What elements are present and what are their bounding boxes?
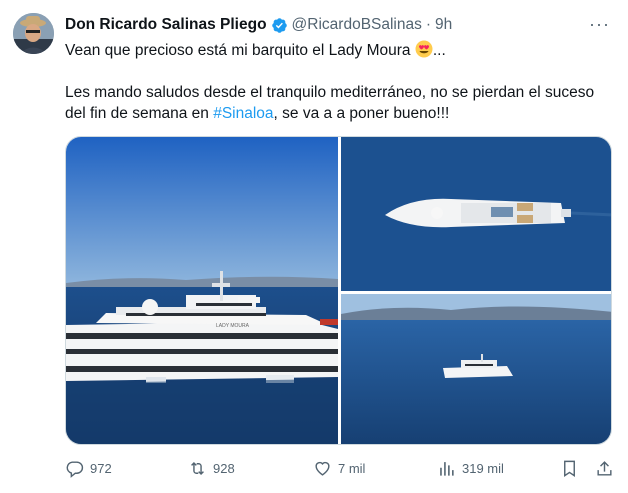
tweet-card[interactable]: Don Ricardo Salinas Pliego @RicardoBSali… [0, 0, 628, 493]
tweet-line-1-text: Vean que precioso está mi barquito el La… [65, 42, 415, 59]
avatar[interactable] [13, 13, 54, 54]
yacht-distant-photo[interactable] [341, 294, 612, 445]
like-icon [315, 461, 330, 476]
reply-count: 972 [90, 461, 112, 476]
verified-badge-icon [271, 17, 287, 33]
bookmark-button[interactable] [560, 459, 585, 478]
timestamp[interactable]: 9h [435, 16, 452, 34]
more-icon[interactable]: ··· [589, 14, 610, 35]
share-button[interactable] [595, 459, 620, 478]
like-button[interactable]: 7 mil [313, 459, 365, 478]
separator-dot: · [425, 16, 432, 33]
tweet-text: Vean que precioso está mi barquito el La… [65, 40, 610, 124]
yacht-name-plate: LADY MOURA [216, 323, 250, 329]
share-icon [597, 461, 612, 476]
views-icon [440, 462, 454, 476]
reply-icon [66, 461, 84, 478]
tweet-line-1-suffix: ... [432, 42, 446, 59]
media-grid: LADY MOURA [65, 136, 612, 445]
yacht-aerial-photo[interactable] [341, 137, 612, 291]
repost-button[interactable]: 928 [188, 459, 235, 478]
views-count: 319 mil [462, 461, 504, 476]
action-bar: 972 928 7 mil 319 mil [65, 456, 615, 482]
views-button[interactable]: 319 mil [437, 459, 504, 478]
author-handle[interactable]: @RicardoBSalinas [292, 16, 422, 34]
tweet-line-1: Vean que precioso está mi barquito el La… [65, 40, 610, 61]
yacht-side-photo[interactable]: LADY MOURA [66, 137, 338, 445]
like-count: 7 mil [338, 461, 366, 476]
tweet-paragraph-2-end: , se va a a poner bueno!!! [273, 105, 450, 122]
author-name[interactable]: Don Ricardo Salinas Pliego [65, 16, 267, 34]
avatar-photo [13, 13, 54, 54]
tweet-header: Don Ricardo Salinas Pliego @RicardoBSali… [65, 14, 608, 36]
hashtag-link[interactable]: #Sinaloa [213, 105, 273, 122]
repost-count: 928 [213, 461, 235, 476]
repost-icon [191, 461, 204, 476]
reply-button[interactable]: 972 [65, 459, 112, 478]
smiling-face-with-heart-eyes-emoji [415, 40, 433, 58]
tweet-paragraph-2: Les mando saludos desde el tranquilo med… [65, 82, 610, 124]
bookmark-icon [564, 460, 575, 477]
